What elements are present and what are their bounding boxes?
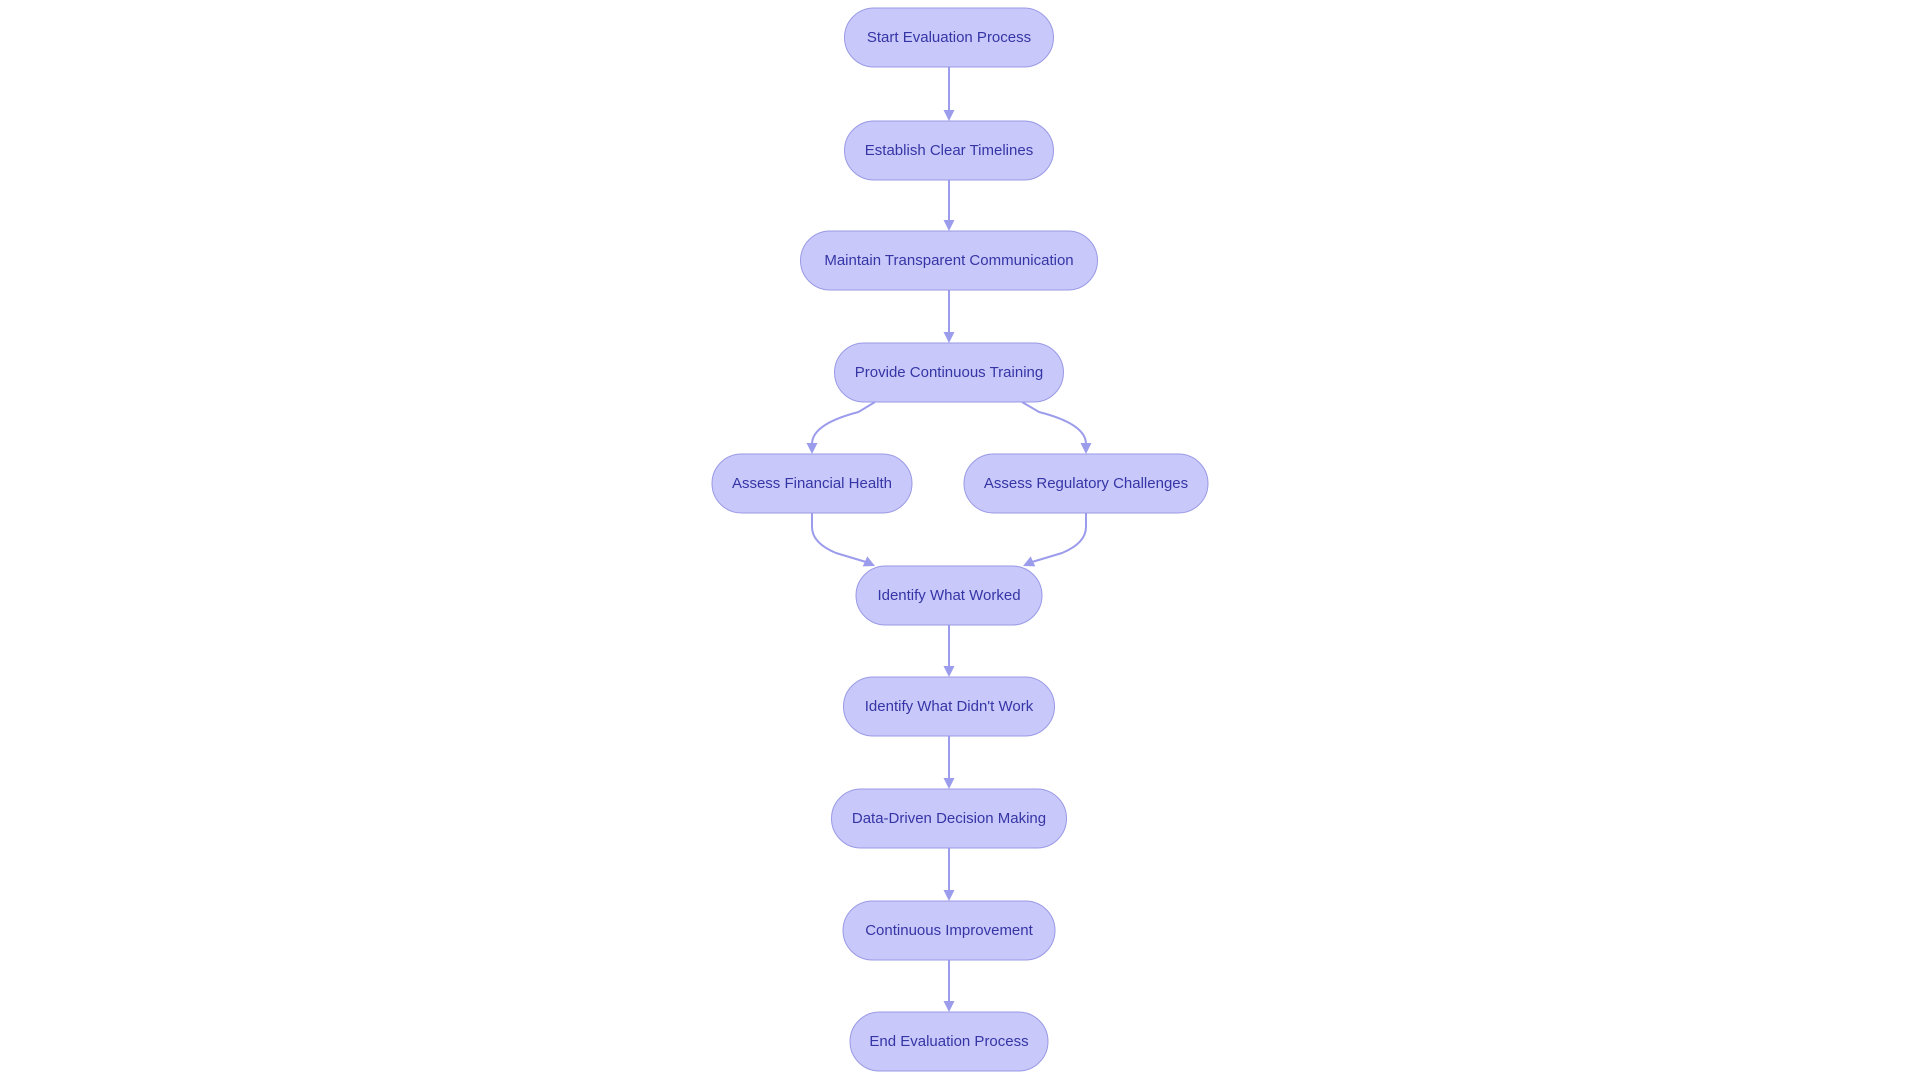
node-end: End Evaluation Process (849, 1011, 1049, 1072)
arrow-head-icon (943, 778, 955, 789)
node-start: Start Evaluation Process (844, 7, 1054, 68)
arrow-head-icon (943, 1001, 955, 1012)
edge-decision-to-improvement (943, 848, 955, 901)
node-label: Start Evaluation Process (867, 29, 1031, 46)
node-decision: Data-Driven Decision Making (831, 788, 1067, 849)
edge-start-to-timelines (943, 67, 955, 121)
node-label: Data-Driven Decision Making (852, 810, 1046, 827)
node-label: Maintain Transparent Communication (824, 252, 1073, 269)
node-label: Assess Financial Health (732, 475, 892, 492)
node-regulatory: Assess Regulatory Challenges (963, 453, 1209, 514)
node-improvement: Continuous Improvement (842, 900, 1056, 961)
edge-worked-to-didnt-work (943, 625, 955, 677)
arrow-head-icon (943, 890, 955, 901)
edge-training-to-financial (806, 401, 876, 454)
node-financial: Assess Financial Health (711, 453, 913, 514)
edge-communication-to-training (943, 290, 955, 343)
arrow-head-icon (806, 443, 818, 454)
node-training: Provide Continuous Training (834, 342, 1064, 403)
nodes-layer: Start Evaluation Process Establish Clear … (711, 7, 1209, 1072)
node-worked: Identify What Worked (855, 565, 1043, 626)
arrow-head-icon (943, 220, 955, 231)
node-label: End Evaluation Process (869, 1033, 1028, 1050)
edge-line (811, 513, 867, 563)
edge-regulatory-to-worked (1023, 513, 1087, 567)
edge-timelines-to-communication (943, 180, 955, 231)
edges-layer (806, 67, 1092, 1012)
node-label: Provide Continuous Training (855, 364, 1043, 381)
node-label: Continuous Improvement (865, 922, 1033, 939)
node-communication: Maintain Transparent Communication (800, 230, 1098, 291)
edge-line (1031, 513, 1087, 563)
flowchart-canvas: Start Evaluation Process Establish Clear … (711, 7, 1209, 1072)
arrow-head-icon (943, 110, 955, 121)
arrow-head-icon (943, 332, 955, 343)
node-didnt-work: Identify What Didn't Work (843, 676, 1055, 737)
arrow-head-icon (943, 666, 955, 677)
edge-didnt-work-to-decision (943, 736, 955, 789)
arrow-head-icon (1080, 443, 1092, 454)
node-label: Identify What Didn't Work (865, 698, 1034, 715)
node-label: Establish Clear Timelines (865, 142, 1033, 159)
node-label: Assess Regulatory Challenges (984, 475, 1188, 492)
edge-financial-to-worked (811, 513, 875, 567)
edge-line (811, 401, 876, 445)
edge-line (1021, 401, 1087, 445)
node-timelines: Establish Clear Timelines (844, 120, 1054, 181)
edge-improvement-to-end (943, 960, 955, 1012)
node-label: Identify What Worked (877, 587, 1020, 604)
edge-training-to-regulatory (1021, 401, 1092, 454)
